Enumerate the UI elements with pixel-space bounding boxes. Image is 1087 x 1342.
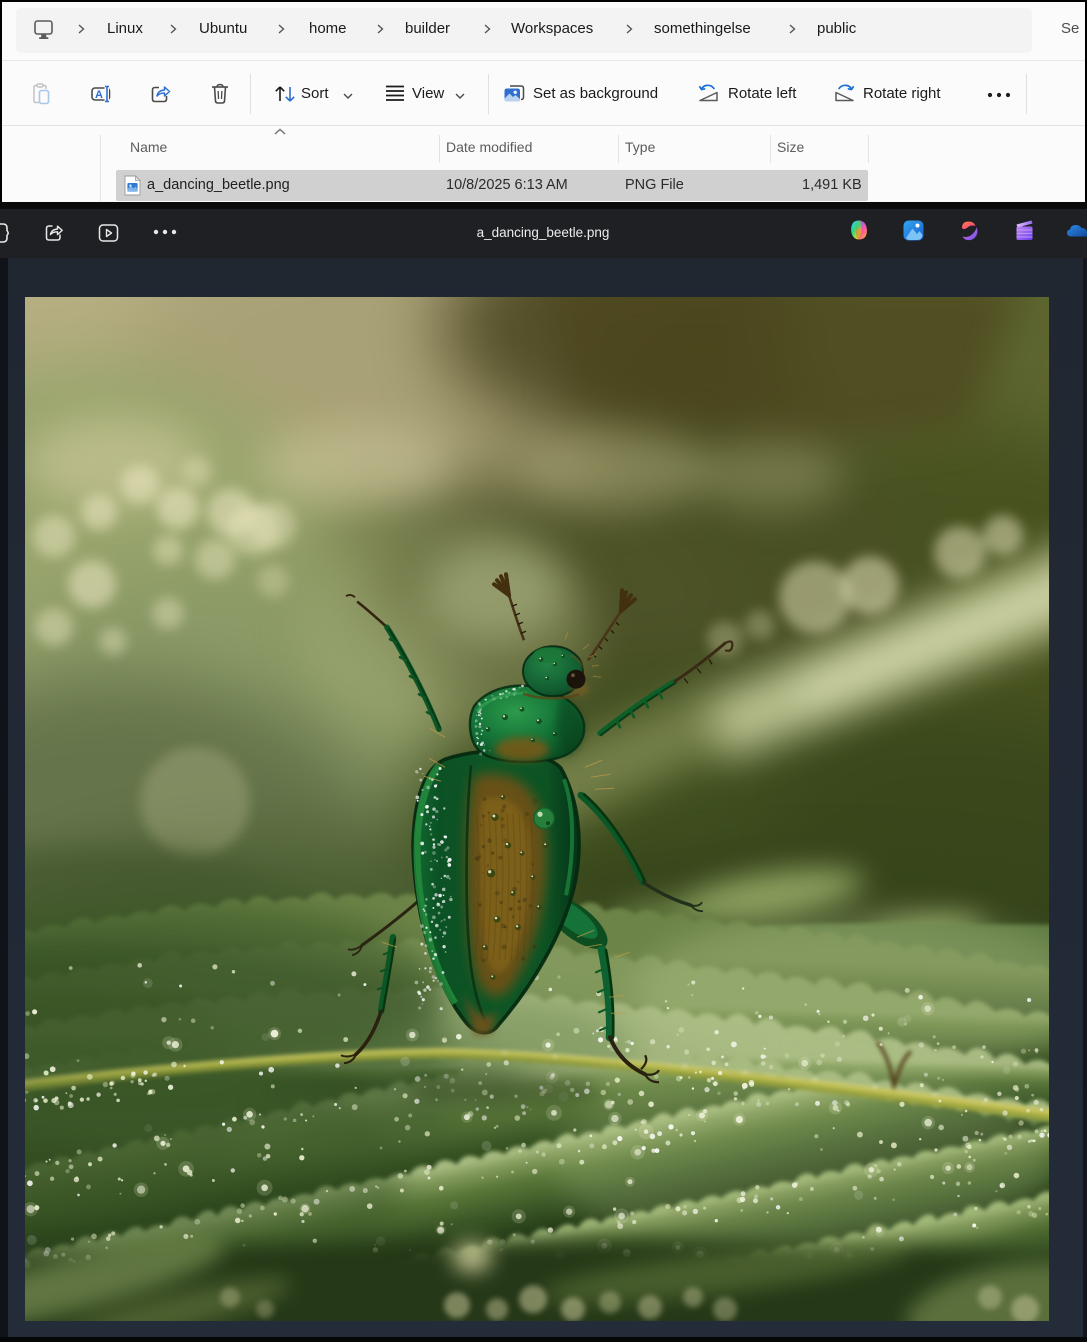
svg-text:A: A	[95, 89, 103, 101]
